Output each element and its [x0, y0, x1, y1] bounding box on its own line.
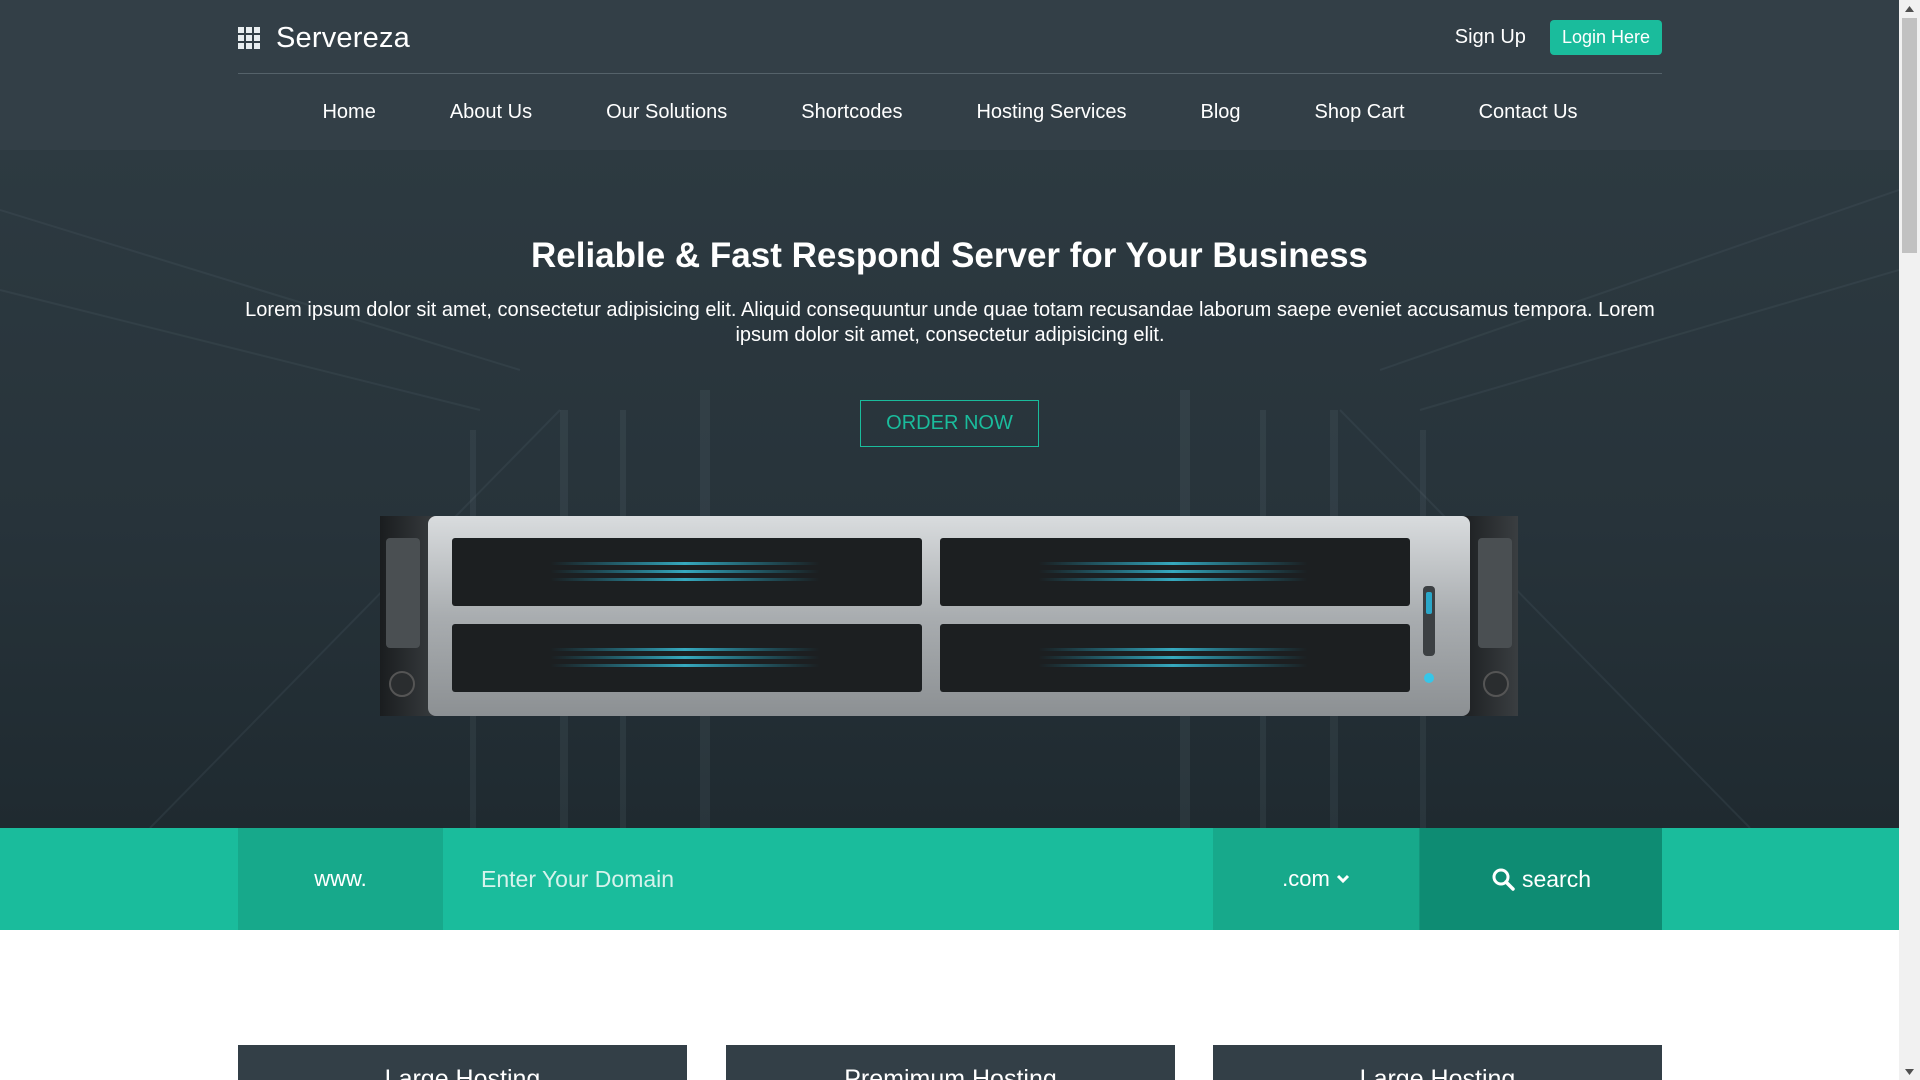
brand-logo[interactable]: Servereza	[238, 18, 410, 58]
search-button-label: search	[1521, 865, 1592, 892]
domain-prefix: www.	[238, 828, 443, 930]
nav-item-about[interactable]: About Us	[450, 101, 532, 124]
plan-card-header: Large Hosting	[238, 1045, 687, 1080]
plan-card-header: Premimum Hosting	[726, 1045, 1175, 1080]
tld-value: .com	[1282, 866, 1330, 891]
nav-item-home[interactable]: Home	[322, 101, 375, 124]
domain-search-bar: www. .com search	[0, 828, 1899, 930]
search-button[interactable]: search	[1420, 828, 1662, 930]
signup-link[interactable]: Sign Up	[1455, 26, 1526, 49]
server-rack-image	[380, 516, 1518, 716]
auth-links: Sign Up Login Here	[1455, 20, 1662, 55]
search-icon	[1492, 868, 1515, 891]
hero-section: Reliable & Fast Respond Server for Your …	[0, 150, 1899, 828]
hero-title: Reliable & Fast Respond Server for Your …	[530, 236, 1368, 275]
scroll-down-arrow-icon[interactable]	[1899, 1063, 1920, 1080]
scroll-up-arrow-icon[interactable]	[1899, 0, 1920, 17]
login-button[interactable]: Login Here	[1549, 20, 1662, 55]
topbar: Servereza Sign Up Login Here	[238, 0, 1662, 74]
order-now-button[interactable]: ORDER NOW	[860, 400, 1039, 447]
brand-name: Servereza	[276, 21, 410, 54]
site-header: Servereza Sign Up Login Here Home About …	[0, 0, 1899, 150]
chevron-down-icon	[1336, 874, 1349, 884]
domain-search-form: www. .com search	[238, 828, 1662, 930]
nav-item-hosting-services[interactable]: Hosting Services	[976, 101, 1126, 124]
tld-select[interactable]: .com	[1213, 828, 1420, 930]
page: Servereza Sign Up Login Here Home About …	[0, 0, 1899, 1080]
main-nav: Home About Us Our Solutions Shortcodes H…	[238, 75, 1662, 150]
plan-card-header: Large Hosting	[1213, 1045, 1662, 1080]
hero-description: Lorem ipsum dolor sit amet, consectetur …	[245, 299, 1655, 346]
domain-input[interactable]	[443, 828, 1213, 930]
pricing-section: Large Hosting Premimum Hosting Large Hos…	[0, 930, 1899, 1080]
scrollbar-thumb[interactable]	[1902, 18, 1917, 253]
nav-item-shortcodes[interactable]: Shortcodes	[801, 101, 902, 124]
nav-item-solutions[interactable]: Our Solutions	[606, 101, 727, 124]
nav-item-contact[interactable]: Contact Us	[1479, 101, 1578, 124]
nav-item-shop-cart[interactable]: Shop Cart	[1315, 101, 1405, 124]
vertical-scrollbar[interactable]	[1899, 0, 1920, 1080]
grid-logo-icon	[238, 25, 260, 51]
nav-item-blog[interactable]: Blog	[1201, 101, 1241, 124]
